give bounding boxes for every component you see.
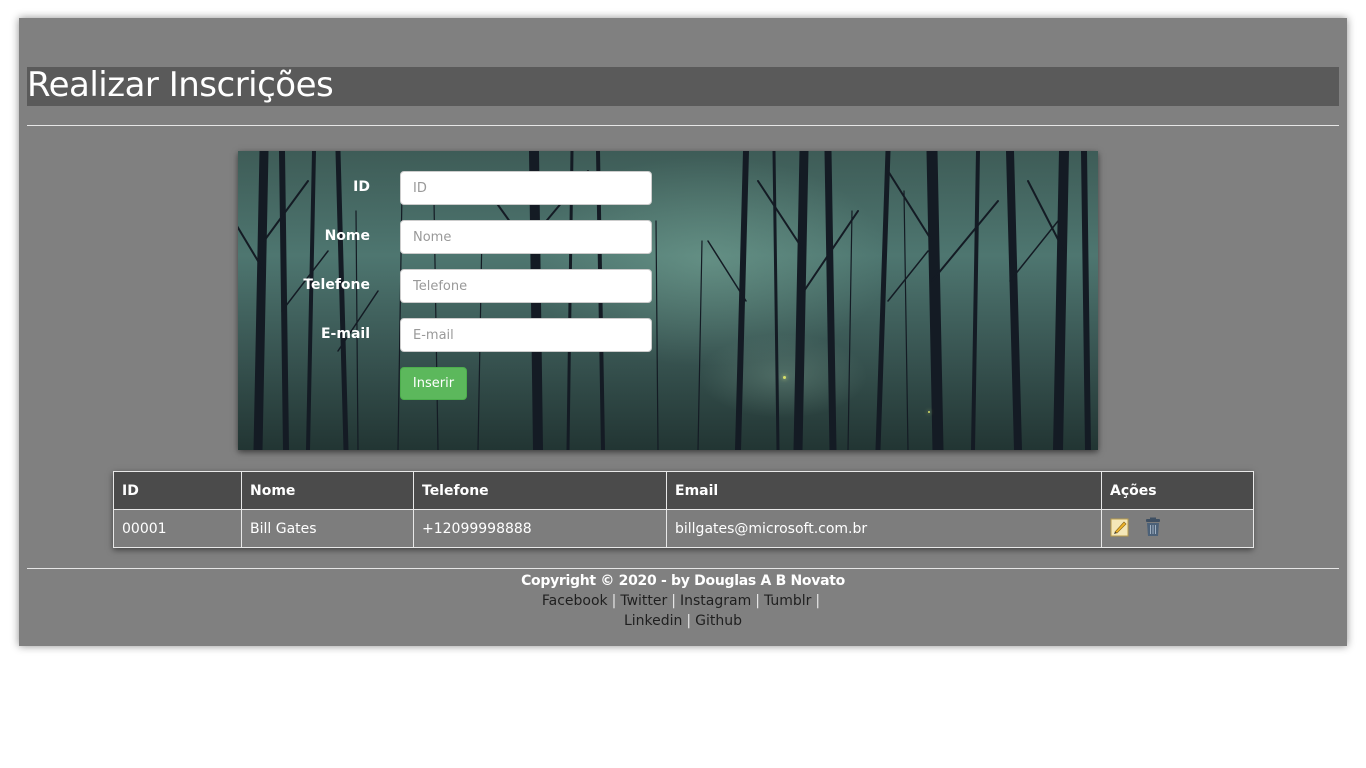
firefly xyxy=(783,376,786,379)
linkedin-link[interactable]: Linkedin xyxy=(624,613,682,629)
cell-telefone: +12099998888 xyxy=(413,509,667,548)
form-row-id: ID xyxy=(238,171,1098,205)
table-header-row: ID Nome Telefone Email Ações xyxy=(113,471,1254,510)
id-label: ID xyxy=(353,179,370,195)
firefly xyxy=(928,411,930,413)
nome-label: Nome xyxy=(324,228,370,244)
insert-button[interactable]: Inserir xyxy=(400,367,467,400)
link-separator: | xyxy=(815,593,821,609)
col-header-nome: Nome xyxy=(241,471,414,510)
form-row-telefone: Telefone xyxy=(238,269,1098,303)
github-link[interactable]: Github xyxy=(695,613,742,629)
footer: Copyright © 2020 - by Douglas A B Novato… xyxy=(27,571,1339,631)
registrations-table: ID Nome Telefone Email Ações 00001 Bill … xyxy=(113,471,1254,548)
trash-icon[interactable] xyxy=(1144,517,1162,541)
link-separator: | xyxy=(755,593,760,609)
instagram-link[interactable]: Instagram xyxy=(680,593,751,609)
page-title: Realizar Inscrições xyxy=(27,65,334,105)
cell-email: billgates@microsoft.com.br xyxy=(666,509,1102,548)
title-bar: Realizar Inscrições xyxy=(27,65,1339,106)
col-header-id: ID xyxy=(113,471,242,510)
cell-nome: Bill Gates xyxy=(241,509,414,548)
form-row-email: E-mail xyxy=(238,318,1098,352)
link-separator: | xyxy=(671,593,676,609)
divider-top xyxy=(27,125,1339,126)
col-header-telefone: Telefone xyxy=(413,471,667,510)
cell-id: 00001 xyxy=(113,509,242,548)
col-header-acoes: Ações xyxy=(1101,471,1254,510)
copyright-text: Copyright © 2020 - by Douglas A B Novato xyxy=(521,573,845,589)
tumblr-link[interactable]: Tumblr xyxy=(764,593,811,609)
telefone-label: Telefone xyxy=(303,277,370,293)
link-separator: | xyxy=(686,613,692,629)
twitter-link[interactable]: Twitter xyxy=(620,593,667,609)
facebook-link[interactable]: Facebook xyxy=(542,593,608,609)
table-row: 00001 Bill Gates +12099998888 billgates@… xyxy=(113,509,1254,548)
form-panel: ID Nome Telefone E-mail Inserir xyxy=(238,151,1098,450)
telefone-input[interactable] xyxy=(400,269,652,303)
email-label: E-mail xyxy=(320,326,370,342)
main-card: Realizar Inscrições ID ID Nome Nome Tele… xyxy=(19,18,1347,646)
link-separator: | xyxy=(611,593,617,609)
divider-bottom xyxy=(27,568,1339,569)
col-header-email: Email xyxy=(666,471,1102,510)
email-input[interactable] xyxy=(400,318,652,352)
social-links-line-1: Facebook | Twitter | Instagram | Tumblr | xyxy=(27,591,1339,611)
edit-icon[interactable] xyxy=(1110,517,1130,541)
social-links-line-2: Linkedin | Github xyxy=(27,611,1339,631)
id-input[interactable] xyxy=(400,171,652,205)
cell-actions xyxy=(1101,509,1254,548)
nome-input[interactable] xyxy=(400,220,652,254)
form-row-nome: Nome xyxy=(238,220,1098,254)
